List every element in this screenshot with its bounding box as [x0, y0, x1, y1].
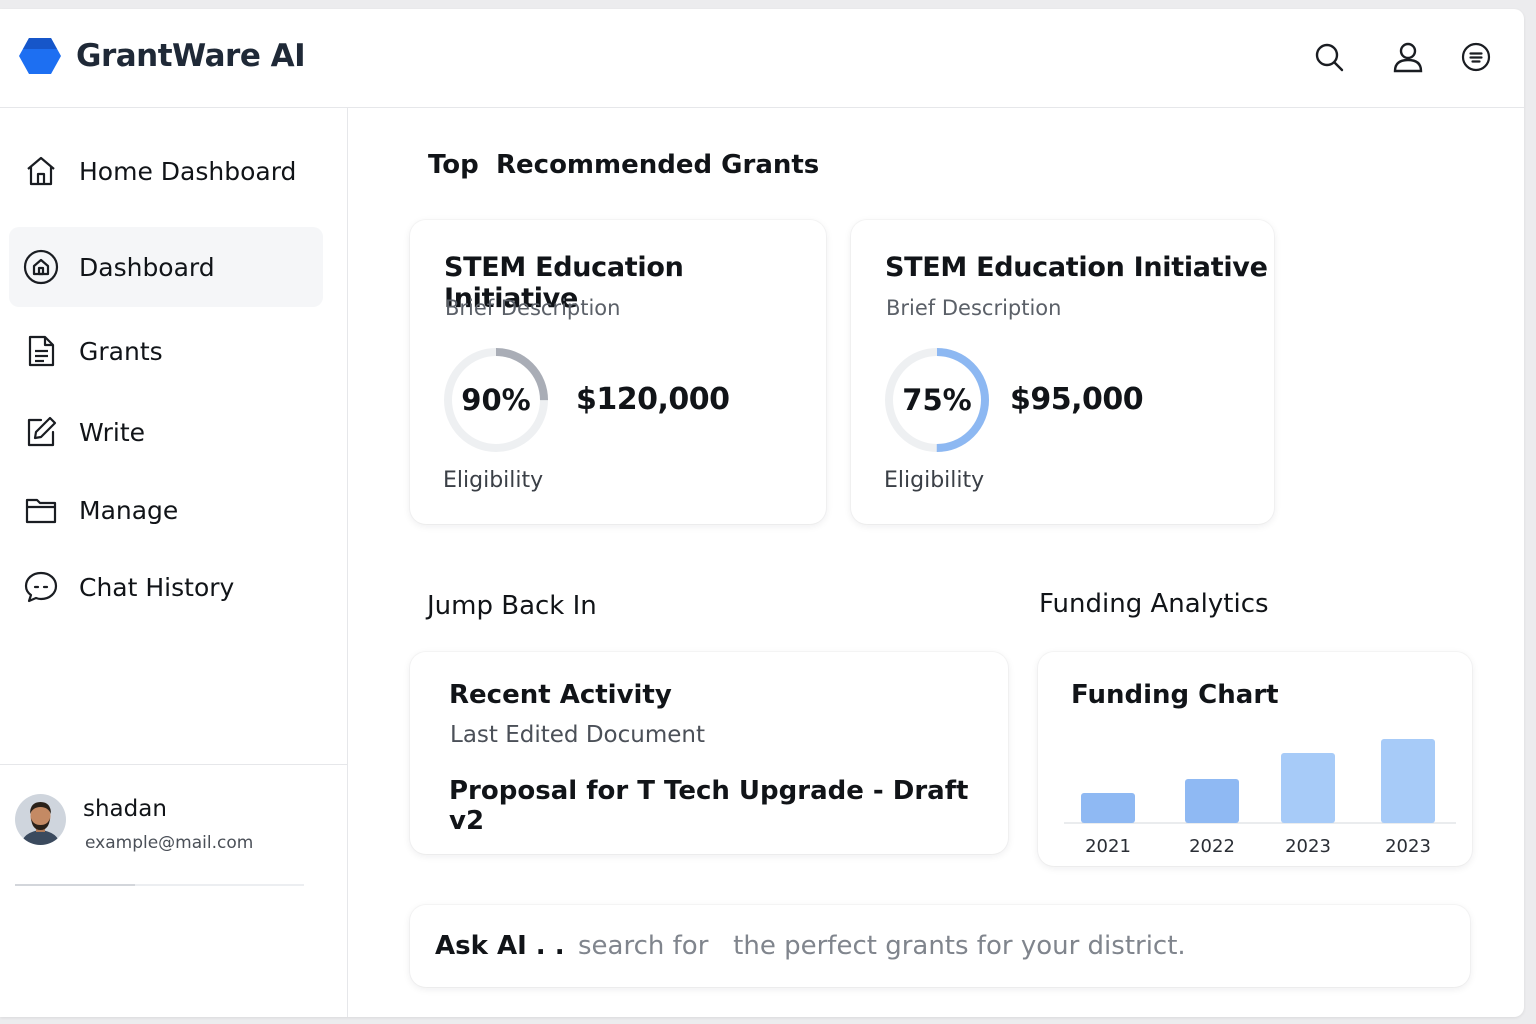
sidebar-item-write[interactable]: Write [9, 392, 323, 472]
recent-activity-title: Recent Activity [449, 680, 672, 710]
profile-button[interactable] [1391, 40, 1425, 74]
sidebar-item-label: Grants [79, 336, 163, 366]
sidebar-item-dashboard[interactable]: Dashboard [9, 227, 323, 307]
last-edited-document-link[interactable]: Proposal for T Tech Upgrade - Draft v2 [449, 776, 1008, 836]
search-icon [1315, 43, 1344, 72]
edit-icon [21, 412, 61, 452]
user-avatar-icon [15, 794, 66, 845]
user-icon [1393, 42, 1423, 73]
section-title-jump-back-in: Jump Back In [427, 591, 597, 621]
ask-ai-label: Ask AI . . [435, 931, 565, 961]
funding-chart-title: Funding Chart [1071, 680, 1279, 710]
funding-chart-card: Funding Chart 2021 2022 2023 2023 [1038, 652, 1472, 866]
section-title-top: Top [428, 150, 479, 180]
eligibility-label: Eligibility [884, 468, 985, 493]
chat-icon [21, 567, 61, 607]
hexagon-logo-icon [19, 38, 61, 74]
eligibility-percentage: 90% [461, 383, 531, 417]
ask-ai-bar[interactable]: Ask AI . . [410, 905, 1470, 987]
sidebar-item-label: Write [79, 417, 146, 447]
document-icon [21, 331, 61, 371]
eligibility-label: Eligibility [443, 468, 544, 493]
menu-icon [1461, 42, 1491, 72]
recent-activity-subtitle: Last Edited Document [450, 722, 705, 748]
eligibility-ring: 90% [442, 346, 550, 454]
divider [0, 764, 348, 765]
sidebar-item-manage[interactable]: Manage [9, 470, 323, 550]
sidebar-item-grants[interactable]: Grants [9, 311, 323, 391]
sidebar-item-label: Home Dashboard [79, 156, 297, 186]
grant-title: STEM Education Initiative [885, 252, 1268, 283]
app-title: GrantWare AI [76, 38, 306, 74]
folder-icon [21, 490, 61, 530]
user-name: shadan [83, 796, 167, 822]
chart-bar [1185, 779, 1239, 823]
dashboard-icon [21, 247, 61, 287]
chart-bar [1381, 739, 1435, 823]
user-progress-track [15, 884, 304, 886]
chart-x-tick-label: 2023 [1285, 836, 1331, 857]
chart-x-tick-label: 2023 [1385, 836, 1431, 857]
top-bar: GrantWare AI [0, 9, 1524, 108]
grant-card[interactable]: STEM Education Initiative Brief Descript… [410, 220, 826, 524]
sidebar-item-label: Manage [79, 495, 179, 525]
home-icon [21, 151, 61, 191]
section-title-recommended-grants: Recommended Grants [496, 150, 820, 180]
app-window: GrantWare AI Home Dashboard Dashboard Gr… [0, 9, 1524, 1017]
grant-amount: $120,000 [576, 382, 730, 417]
logo[interactable]: GrantWare AI [18, 37, 306, 75]
search-button[interactable] [1312, 40, 1346, 74]
chart-x-tick-label: 2021 [1085, 836, 1131, 857]
chart-x-tick-label: 2022 [1189, 836, 1235, 857]
eligibility-percentage: 75% [902, 383, 972, 417]
sidebar-item-label: Chat History [79, 572, 235, 602]
sidebar-item-chat-history[interactable]: Chat History [9, 547, 323, 627]
sidebar-item-label: Dashboard [79, 252, 215, 282]
user-email: example@mail.com [85, 833, 254, 853]
menu-button[interactable] [1459, 40, 1493, 74]
eligibility-ring: 75% [883, 346, 991, 454]
grant-card[interactable]: STEM Education Initiative Brief Descript… [851, 220, 1274, 524]
chart-bar [1281, 753, 1335, 823]
sidebar: Home Dashboard Dashboard Grants Write Ma… [0, 108, 348, 1017]
grant-description: Brief Description [886, 296, 1062, 320]
grant-amount: $95,000 [1010, 382, 1144, 417]
section-title-funding-analytics: Funding Analytics [1039, 589, 1269, 619]
recent-activity-card[interactable]: Recent Activity Last Edited Document Pro… [410, 652, 1008, 854]
funding-chart: 2021 2022 2023 2023 [1064, 739, 1456, 857]
chart-bar [1081, 793, 1135, 823]
sidebar-item-home-dashboard[interactable]: Home Dashboard [9, 131, 323, 211]
grant-description: Brief Description [445, 296, 621, 320]
ask-ai-input[interactable] [578, 921, 1438, 971]
user-progress-fill [15, 884, 135, 886]
avatar[interactable] [15, 794, 66, 845]
